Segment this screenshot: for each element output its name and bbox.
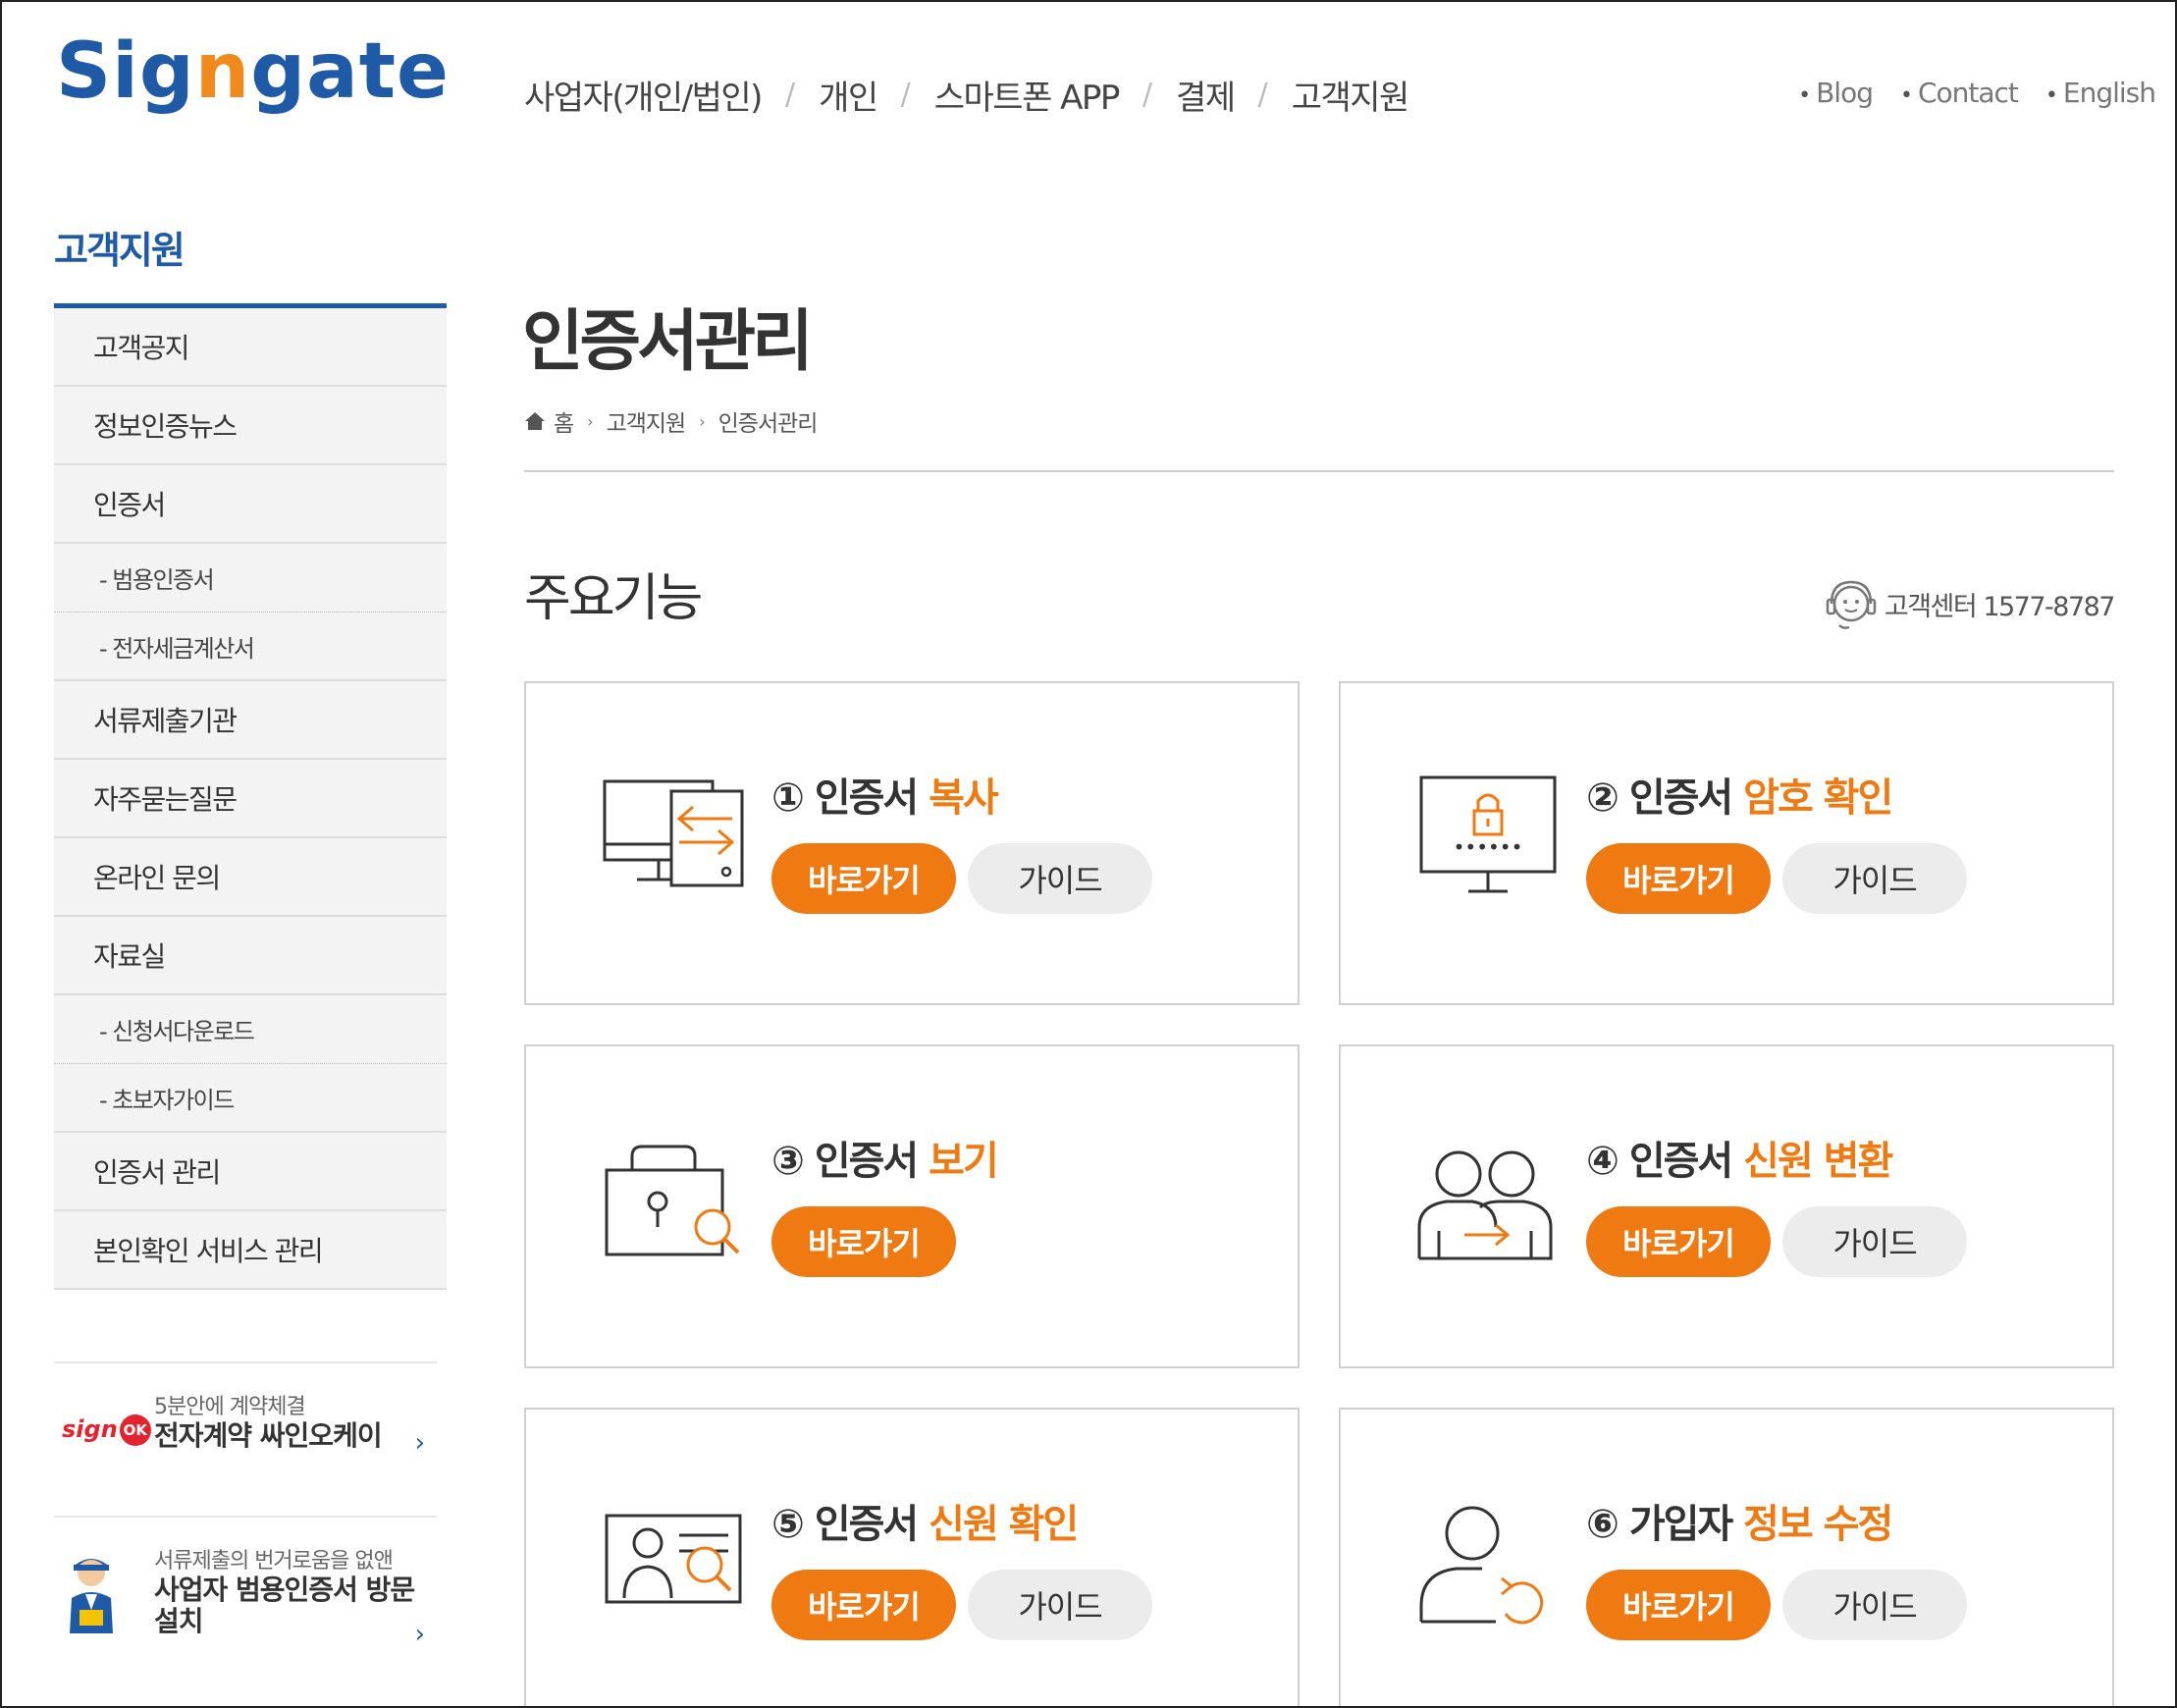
guide-button[interactable]: 가이드 [1782, 843, 1967, 914]
home-icon [525, 412, 545, 430]
signgate-logo[interactable]: Signgate [56, 33, 450, 110]
utility-links: • Blog • Contact • English [1798, 77, 2156, 109]
banner-visit-install[interactable]: 서류제출의 번거로움을 없앤 사업자 범용인증서 방문설치 › [54, 1516, 437, 1670]
user-refresh-icon [1419, 1506, 1544, 1625]
sidebar-item-notice[interactable]: 고객공지 [54, 308, 447, 387]
svg-text:••••••: •••••• [1454, 835, 1523, 859]
sidebar-item-online-inquiry[interactable]: 온라인 문의 [54, 838, 447, 917]
nav-separator: / [900, 78, 911, 112]
card-identity-verify: ⑤ 인증서 신원 확인 바로가기 가이드 [524, 1408, 1300, 1706]
banner-caption: 5분안에 계약체결 [154, 1395, 306, 1419]
monitor-lock-icon: •••••• [1419, 775, 1557, 893]
go-button[interactable]: 바로가기 [1586, 1570, 1771, 1640]
nav-separator: / [784, 78, 796, 112]
guide-button[interactable]: 가이드 [968, 843, 1152, 914]
sidebar-subitem-general-cert[interactable]: - 범용인증서 [54, 544, 447, 613]
section-title: 주요기능 [524, 569, 703, 628]
chevron-right-icon: › [414, 1428, 425, 1458]
sidebar-item-submission-agency[interactable]: 서류제출기관 [54, 681, 447, 760]
sign-ok-logo: sign OK [62, 1414, 151, 1446]
sidebar-item-cert-management[interactable]: 인증서 관리 [54, 1133, 447, 1211]
chevron-right-icon: › [414, 1620, 425, 1649]
nav-personal[interactable]: 개인 [819, 71, 878, 119]
banner-sign-ok[interactable]: sign OK 5분안에 계약체결 전자계약 싸인오케이 › [54, 1361, 437, 1516]
card-title: ② 인증서 암호 확인 [1586, 775, 1893, 821]
card-title: ① 인증서 복사 [771, 775, 999, 821]
go-button[interactable]: 바로가기 [771, 1570, 956, 1640]
banner-heading: 전자계약 싸인오케이 [154, 1419, 383, 1452]
title-divider [524, 470, 2114, 472]
users-transfer-icon [1417, 1150, 1553, 1260]
card-cert-view: ③ 인증서 보기 바로가기 [524, 1044, 1300, 1368]
customer-center: 고객센터 1577-8787 [1824, 576, 2116, 631]
guide-button[interactable]: 가이드 [1782, 1570, 1967, 1640]
bullet-icon: • [2044, 83, 2058, 108]
card-cert-password: •••••• ② 인증서 암호 확인 바로가기 가이드 [1339, 681, 2114, 1005]
lock-search-icon [605, 1145, 740, 1256]
breadcrumb-current: 인증서관리 [717, 411, 819, 437]
sidebar-item-faq[interactable]: 자주묻는질문 [54, 760, 447, 838]
go-button[interactable]: 바로가기 [1586, 843, 1771, 914]
chevron-right-icon: › [699, 411, 705, 431]
sidebar-subitem-form-download[interactable]: - 신청서다운로드 [54, 995, 447, 1064]
bullet-icon: • [1798, 83, 1811, 108]
copy-computers-icon [603, 779, 744, 887]
sidebar-subitem-tax-invoice[interactable]: - 전자세금계산서 [54, 613, 447, 681]
guide-button[interactable]: 가이드 [968, 1570, 1152, 1640]
english-link[interactable]: • English [2044, 77, 2156, 109]
sidebar-title: 고객지원 [54, 229, 186, 272]
sidebar-menu: 고객공지 정보인증뉴스 인증서 - 범용인증서 - 전자세금계산서 서류제출기관… [54, 308, 447, 1290]
nav-smartphone-app[interactable]: 스마트폰 APP [934, 71, 1121, 119]
card-title: ④ 인증서 신원 변환 [1586, 1139, 1893, 1184]
guide-button[interactable]: 가이드 [1782, 1206, 1967, 1277]
card-title: ⑥ 가입자 정보 수정 [1586, 1502, 1893, 1547]
breadcrumb-support[interactable]: 고객지원 [607, 404, 687, 438]
card-title: ③ 인증서 보기 [771, 1139, 999, 1184]
sidebar-item-certificate[interactable]: 인증서 [54, 465, 447, 544]
chevron-right-icon: › [587, 411, 593, 431]
nav-support[interactable]: 고객지원 [1292, 71, 1410, 119]
nav-business[interactable]: 사업자(개인/법인) [524, 71, 763, 119]
blog-link[interactable]: • Blog [1798, 77, 1874, 109]
go-button[interactable]: 바로가기 [771, 843, 956, 914]
nav-separator: / [1142, 78, 1153, 112]
card-member-info-edit: ⑥ 가입자 정보 수정 바로가기 가이드 [1339, 1408, 2114, 1706]
card-identity-convert: ④ 인증서 신원 변환 바로가기 가이드 [1339, 1044, 2114, 1368]
go-button[interactable]: 바로가기 [771, 1206, 956, 1277]
main-nav: 사업자(개인/법인) / 개인 / 스마트폰 APP / 결제 / 고객지원 [524, 71, 1410, 119]
id-card-search-icon [605, 1514, 742, 1604]
page-title: 인증서관리 [522, 303, 814, 381]
banner-heading: 사업자 범용인증서 방문설치 [154, 1574, 415, 1637]
bullet-icon: • [1899, 83, 1913, 108]
technician-icon [70, 1559, 113, 1633]
breadcrumb-home[interactable]: 홈 [554, 404, 574, 438]
sidebar-subitem-beginner-guide[interactable]: - 초보자가이드 [54, 1064, 447, 1133]
page-frame: Signgate 사업자(개인/법인) / 개인 / 스마트폰 APP / 결제… [0, 0, 2177, 1708]
go-button[interactable]: 바로가기 [1586, 1206, 1771, 1277]
card-cert-copy: ① 인증서 복사 바로가기 가이드 [524, 681, 1300, 1005]
sidebar-banners: sign OK 5분안에 계약체결 전자계약 싸인오케이 › 서류제출의 번거로움… [54, 1361, 437, 1670]
nav-payment[interactable]: 결제 [1176, 71, 1236, 119]
contact-link[interactable]: • Contact [1899, 77, 2019, 109]
sidebar-item-identity-service[interactable]: 본인확인 서비스 관리 [54, 1211, 447, 1290]
banner-caption: 서류제출의 번거로움을 없앤 [154, 1549, 394, 1574]
nav-separator: / [1257, 78, 1268, 112]
card-title: ⑤ 인증서 신원 확인 [771, 1502, 1079, 1547]
headset-icon [1826, 580, 1877, 629]
breadcrumb: 홈 › 고객지원 › 인증서관리 [524, 404, 819, 438]
sidebar-item-library[interactable]: 자료실 [54, 917, 447, 995]
sidebar-item-news[interactable]: 정보인증뉴스 [54, 387, 447, 465]
